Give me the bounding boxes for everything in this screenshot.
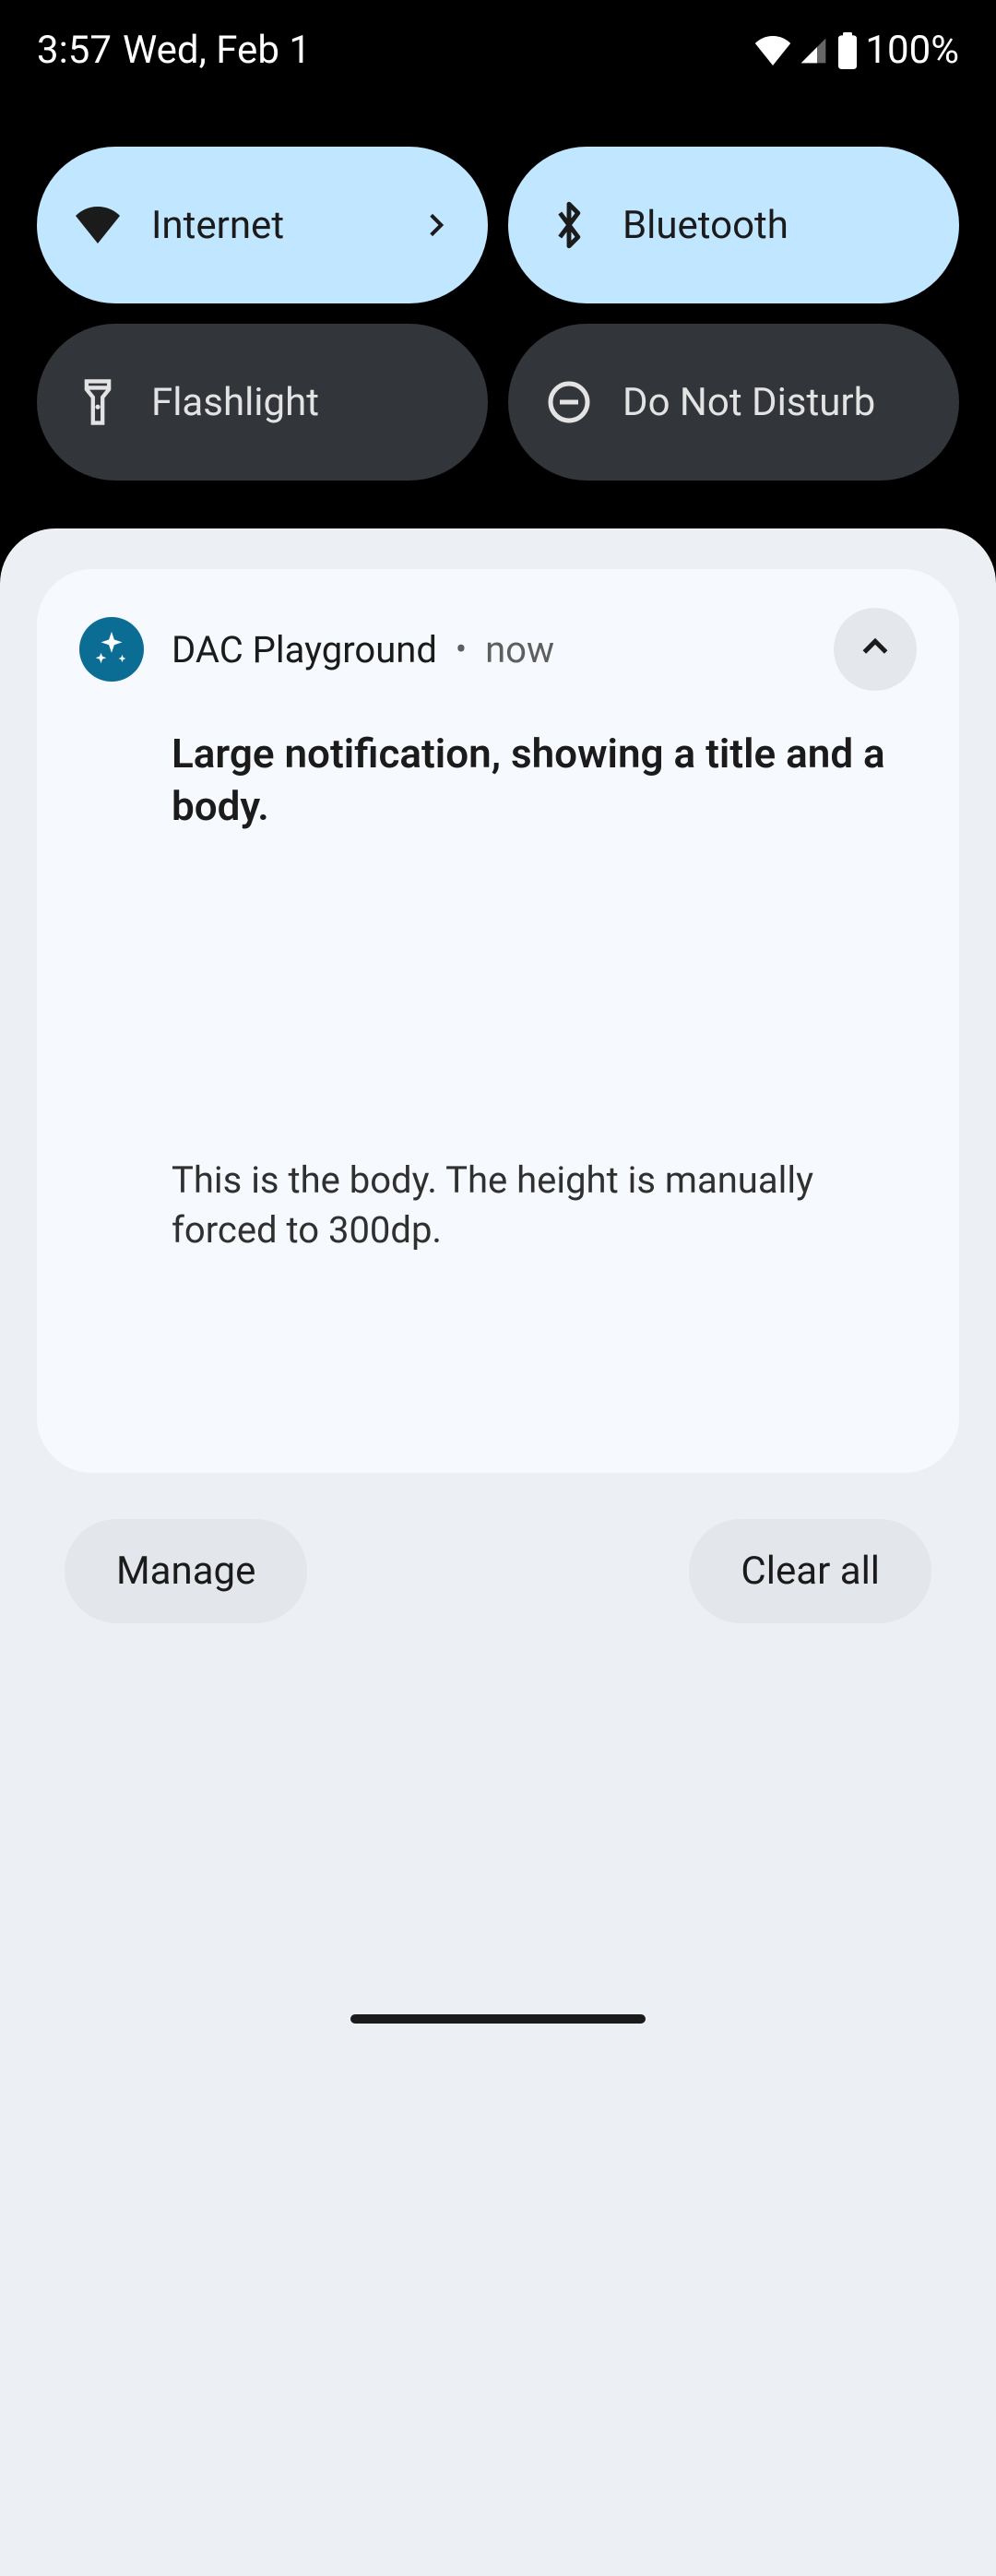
flashlight-icon bbox=[74, 378, 122, 426]
quick-settings-grid: Internet Bluetooth Flashlight Do Not Dis… bbox=[0, 101, 996, 517]
manage-button[interactable]: Manage bbox=[65, 1519, 307, 1623]
collapse-button[interactable] bbox=[834, 608, 917, 691]
separator: • bbox=[456, 630, 467, 669]
signal-icon bbox=[797, 36, 830, 65]
status-right: 100% bbox=[754, 28, 959, 73]
qs-tile-bluetooth[interactable]: Bluetooth bbox=[508, 147, 959, 303]
notification-shade[interactable]: DAC Playground • now Large notification,… bbox=[0, 528, 996, 2576]
status-bar: 3:57 Wed, Feb 1 100% bbox=[0, 0, 996, 101]
qs-tile-label: Internet bbox=[151, 203, 421, 248]
chevron-up-icon bbox=[857, 629, 894, 670]
wifi-icon bbox=[754, 36, 791, 65]
qs-tile-label: Flashlight bbox=[151, 380, 451, 425]
wifi-icon bbox=[74, 207, 122, 243]
battery-percent: 100% bbox=[865, 28, 959, 73]
qs-tile-label: Do Not Disturb bbox=[622, 380, 922, 425]
clear-all-button[interactable]: Clear all bbox=[689, 1519, 931, 1623]
bluetooth-icon bbox=[545, 201, 593, 249]
qs-tile-internet[interactable]: Internet bbox=[37, 147, 488, 303]
notification-time: now bbox=[485, 628, 834, 671]
status-left: 3:57 Wed, Feb 1 bbox=[37, 28, 311, 73]
qs-tile-dnd[interactable]: Do Not Disturb bbox=[508, 324, 959, 481]
clock: 3:57 bbox=[37, 28, 112, 73]
qs-tile-label: Bluetooth bbox=[622, 203, 922, 248]
notification-app-name: DAC Playground bbox=[172, 628, 437, 671]
status-date: Wed, Feb 1 bbox=[123, 28, 311, 73]
notification-actions: Manage Clear all bbox=[37, 1473, 959, 1623]
dnd-icon bbox=[545, 380, 593, 424]
app-icon bbox=[79, 617, 144, 682]
navigation-handle[interactable] bbox=[350, 2014, 646, 2024]
notification-card[interactable]: DAC Playground • now Large notification,… bbox=[37, 569, 959, 1473]
chevron-right-icon bbox=[421, 210, 451, 240]
notification-header: DAC Playground • now bbox=[79, 608, 917, 691]
notification-title: Large notification, showing a title and … bbox=[172, 728, 917, 833]
qs-tile-flashlight[interactable]: Flashlight bbox=[37, 324, 488, 481]
notification-content: Large notification, showing a title and … bbox=[172, 728, 917, 1430]
battery-icon bbox=[836, 32, 860, 69]
notification-body: This is the body. The height is manually… bbox=[172, 1156, 891, 1255]
